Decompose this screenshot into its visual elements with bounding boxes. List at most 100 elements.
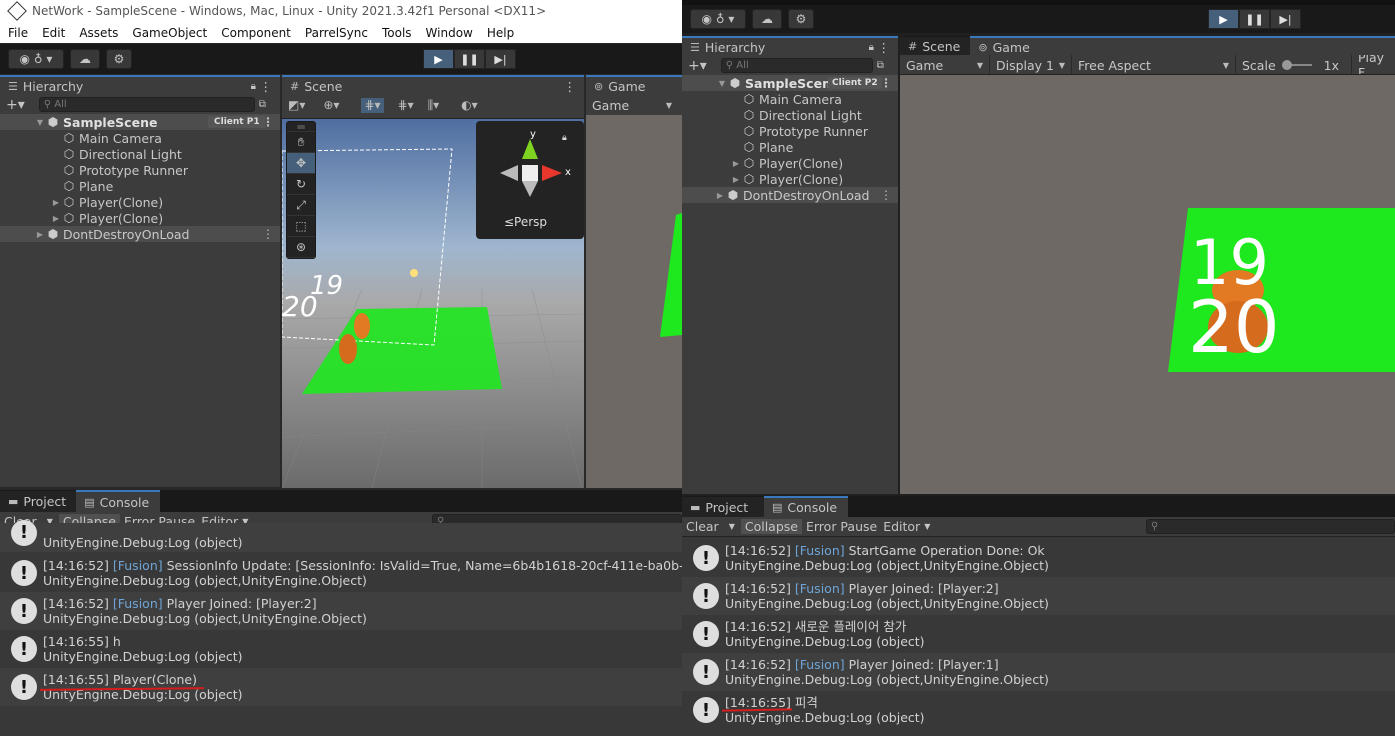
tree-item[interactable]: ⬡ Prototype Runner — [682, 123, 898, 139]
move-snap-icon[interactable]: ⋕▾ — [361, 98, 384, 113]
tree-item[interactable]: ⬡ Main Camera — [0, 130, 280, 146]
menu-component[interactable]: Component — [213, 26, 297, 40]
move-tool-icon[interactable]: ✥ — [287, 153, 315, 174]
services-button[interactable]: ⚙ — [788, 9, 814, 29]
tab-hierarchy[interactable]: ☰ Hierarchy 🔒︎ ⋮ — [682, 36, 898, 56]
more-icon[interactable]: ⋮ — [262, 227, 274, 241]
pause-button[interactable]: ❚❚ — [1239, 9, 1270, 29]
log-entry[interactable]: ! [14:16:52] 새로운 플레이어 참가 UnityEngine.Debu… — [682, 615, 1395, 653]
hierarchy-search-input[interactable]: ⚲ All — [38, 97, 255, 112]
tree-item[interactable]: ▶ ⬡ Player(Clone) — [682, 155, 898, 171]
tree-item-dontdestroy[interactable]: ▶ ⬢ DontDestroyOnLoad ⋮ — [0, 226, 280, 242]
error-pause-button[interactable]: Error Pause — [802, 519, 881, 534]
lock-icon[interactable]: 🔒︎ — [251, 81, 256, 92]
menu-tools[interactable]: Tools — [374, 26, 418, 40]
tree-item[interactable]: ⬡ Directional Light — [682, 107, 898, 123]
tree-item[interactable]: ▶ ⬡ Player(Clone) — [0, 194, 280, 210]
tab-project[interactable]: ▬ Project — [0, 490, 77, 512]
step-button[interactable]: ▶| — [485, 49, 516, 69]
scale-handle[interactable] — [1281, 60, 1292, 70]
cloud-button[interactable]: ☁ — [752, 9, 782, 29]
log-entry[interactable]: ! [14:16:55] Player(Clone) UnityEngine.De… — [0, 668, 682, 706]
more-icon[interactable]: ⋮ — [880, 188, 892, 202]
rotate-tool-icon[interactable]: ↻ — [287, 174, 315, 195]
expand-arrow-icon[interactable]: ▶ — [714, 191, 726, 200]
menu-parrelsync[interactable]: ParrelSync — [297, 26, 374, 40]
scene-viewport[interactable]: 19 20 ═ ✋︎ ✥ ↻ ⤢ ⬚ ⊛ y x 🔒︎ ≤Persp — [282, 119, 584, 488]
expand-arrow-icon[interactable]: ▶ — [34, 230, 46, 239]
hierarchy-search-input[interactable]: ⚲ All — [720, 58, 873, 73]
grid-snap-icon[interactable]: ⋕▾ — [398, 98, 414, 113]
play-focused-dropdown[interactable]: Play F — [1352, 55, 1395, 74]
clear-options-icon[interactable]: ▼ — [723, 522, 741, 531]
tree-item[interactable]: ⬡ Main Camera — [682, 91, 898, 107]
tree-item-dontdestroy[interactable]: ▶ ⬢ DontDestroyOnLoad ⋮ — [682, 187, 898, 203]
log-entry[interactable]: ! [14:16:52] [Fusion] SessionInfo Update… — [0, 554, 682, 592]
lock-icon[interactable]: 🔒︎ — [562, 133, 567, 143]
scale-track[interactable] — [1281, 60, 1312, 70]
rect-tool-icon[interactable]: ⬚ — [287, 216, 315, 237]
menu-gameobject[interactable]: GameObject — [124, 26, 213, 40]
console-search-input[interactable]: ⚲ — [1146, 519, 1395, 534]
add-icon[interactable]: +▾ — [688, 58, 707, 74]
tree-item-scene[interactable]: ▼ ⬢ SampleScene Client P1 ⋮ — [0, 114, 280, 130]
transform-tool-icon[interactable]: ⊛ — [287, 237, 315, 258]
orientation-gizmo[interactable]: y x 🔒︎ ≤Persp — [476, 121, 584, 239]
more-icon[interactable]: ⋮ — [564, 79, 577, 94]
persp-label[interactable]: ≤Persp — [504, 215, 547, 229]
more-icon[interactable]: ⋮ — [880, 76, 892, 90]
step-button[interactable]: ▶| — [1270, 9, 1301, 29]
tab-scene[interactable]: # Scene — [900, 36, 971, 56]
menu-window[interactable]: Window — [418, 26, 479, 40]
tab-scene[interactable]: # Scene ⋮ — [282, 75, 584, 95]
tree-item[interactable]: ⬡ Plane — [682, 139, 898, 155]
menu-assets[interactable]: Assets — [71, 26, 124, 40]
more-icon[interactable]: ⋮ — [262, 115, 274, 129]
aspect-dropdown[interactable]: Free Aspect ▼ — [1072, 55, 1236, 74]
tree-item-scene[interactable]: ▼ ⬢ SampleScene Client P2 ⋮ — [682, 75, 898, 91]
scale-tool-icon[interactable]: ⤢ — [287, 195, 315, 216]
menu-file[interactable]: File — [0, 26, 34, 40]
expand-arrow-icon[interactable]: ▶ — [730, 175, 742, 184]
log-entry[interactable]: ! [14:16:52] [Fusion] Player Joined: [Pl… — [0, 592, 682, 630]
collapse-button[interactable]: Collapse — [740, 519, 802, 534]
expand-arrow-icon[interactable]: ▶ — [50, 198, 62, 207]
draw-mode-icon[interactable]: ◩▾ — [288, 98, 305, 113]
tab-game[interactable]: ⊚ Game — [586, 75, 682, 95]
tree-item[interactable]: ⬡ Prototype Runner — [0, 162, 280, 178]
expand-arrow-icon[interactable]: ▶ — [730, 159, 742, 168]
scene-visibility-icon[interactable]: ◐▾ — [461, 98, 478, 113]
scale-slider[interactable]: Scale 1x — [1236, 55, 1352, 74]
more-icon[interactable]: ⋮ — [878, 40, 891, 55]
tab-project[interactable]: ▬ Project — [682, 496, 764, 517]
hand-tool-icon[interactable]: ✋︎ — [287, 132, 315, 153]
view-options-icon[interactable]: ⊕▾ — [323, 98, 339, 113]
cloud-button[interactable]: ☁ — [70, 49, 100, 69]
tree-item[interactable]: ⬡ Plane — [0, 178, 280, 194]
expand-arrow-icon[interactable]: ▶ — [50, 214, 62, 223]
log-entry[interactable]: ! [14:16:55] h UnityEngine.Debug:Log (obj… — [0, 630, 682, 668]
tab-game[interactable]: ⊚ Game — [970, 36, 1395, 56]
tree-item[interactable]: ▶ ⬡ Player(Clone) — [682, 171, 898, 187]
log-entry[interactable]: ! [14:16:52] [Fusion] Player Joined: [Pl… — [682, 577, 1395, 615]
log-entry[interactable]: ! UnityEngine.Debug:Log (object) — [0, 519, 682, 552]
increment-snap-icon[interactable]: ⫼▾ — [428, 98, 440, 113]
tab-hierarchy[interactable]: ☰ Hierarchy 🔒︎ ⋮ — [0, 75, 280, 95]
log-entry[interactable]: ! [14:16:52] [Fusion] StartGame Operatio… — [682, 539, 1395, 577]
clear-button[interactable]: Clear — [682, 519, 723, 534]
editor-dropdown[interactable]: Editor — [881, 519, 920, 534]
menu-help[interactable]: Help — [479, 26, 520, 40]
game-dropdown[interactable]: Game ▼ — [586, 95, 678, 115]
tree-item[interactable]: ▶ ⬡ Player(Clone) — [0, 210, 280, 226]
expand-arrow-icon[interactable]: ▼ — [716, 79, 728, 88]
display-dropdown[interactable]: Display 1 ▼ — [990, 55, 1072, 74]
pause-button[interactable]: ❚❚ — [454, 49, 485, 69]
filter-icon[interactable]: ⧉ — [877, 60, 884, 71]
game-dropdown[interactable]: Game ▼ — [900, 55, 990, 74]
filter-icon[interactable]: ⧉ — [259, 99, 266, 110]
log-entry[interactable]: ! [14:16:52] [Fusion] Player Joined: [Pl… — [682, 653, 1395, 691]
services-button[interactable]: ⚙ — [106, 49, 132, 69]
account-dropdown[interactable]: ◉ ♁ ▾ — [690, 9, 746, 29]
tree-item[interactable]: ⬡ Directional Light — [0, 146, 280, 162]
account-dropdown[interactable]: ◉ ♁ ▾ — [8, 49, 64, 69]
